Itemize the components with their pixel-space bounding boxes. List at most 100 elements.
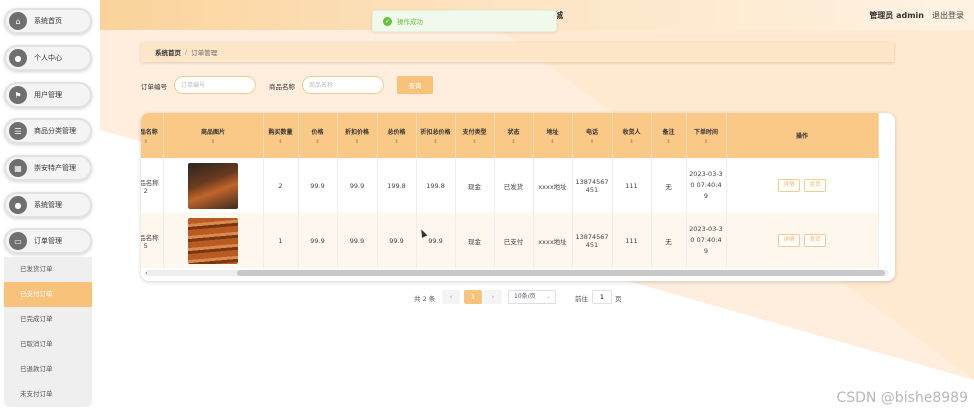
sort-icon[interactable]: ⇕ bbox=[472, 139, 476, 145]
prev-page-button[interactable]: ‹ bbox=[442, 290, 460, 304]
column-header[interactable]: 收货人 ⇕ bbox=[612, 113, 652, 158]
cell-address: xxxx地址 bbox=[533, 213, 573, 268]
submenu-item-paid[interactable]: 已支付订单 bbox=[4, 282, 92, 307]
product-image bbox=[188, 217, 238, 264]
logout-link[interactable]: 退出登录 bbox=[932, 10, 964, 21]
column-header[interactable]: 电话 ⇕ bbox=[572, 113, 613, 158]
goto-page-input[interactable] bbox=[592, 290, 612, 304]
detail-button[interactable]: 详情 bbox=[777, 179, 800, 192]
cell-product-name: 商品名称5 bbox=[141, 213, 164, 268]
column-header[interactable]: 价格 ⇕ bbox=[298, 113, 338, 158]
submenu-item-cancelled[interactable]: 已取消订单 bbox=[4, 332, 92, 357]
sidebar-item-profile[interactable]: ● 个人中心 bbox=[4, 45, 92, 71]
sort-icon[interactable]: ⇕ bbox=[355, 139, 359, 145]
column-header-label: 支付类型 bbox=[462, 128, 487, 136]
sort-icon[interactable]: ⇕ bbox=[550, 139, 554, 145]
scrollbar-thumb[interactable] bbox=[237, 270, 885, 276]
grid-icon: ▦ bbox=[9, 159, 27, 177]
sidebar-item-system[interactable]: ● 系统管理 bbox=[4, 192, 92, 218]
horizontal-scrollbar[interactable]: ◂ bbox=[145, 270, 889, 276]
column-header-label: 备注 bbox=[662, 128, 675, 136]
cell-status: 已支付 bbox=[494, 213, 534, 268]
cell-address: xxxx地址 bbox=[533, 158, 573, 213]
page-number-1[interactable]: 1 bbox=[464, 290, 482, 304]
cell-price: 99.9 bbox=[298, 158, 338, 213]
column-header[interactable]: 商品图片 ⇕ bbox=[163, 113, 264, 158]
sort-icon[interactable]: ⇕ bbox=[144, 139, 148, 145]
cell-product-name: 商品名称2 bbox=[141, 158, 164, 213]
submenu-item-shipped[interactable]: 已发货订单 bbox=[4, 257, 92, 282]
sort-icon[interactable]: ⇕ bbox=[315, 139, 319, 145]
sidebar: ⌂ 系统首页 ● 个人中心 ⚑ 用户管理 ☰ 商品分类管理 ▦ 崇安特产管理 ●… bbox=[0, 0, 100, 412]
column-header[interactable]: 购买数量 ⇕ bbox=[263, 113, 299, 158]
sort-icon[interactable]: ⇕ bbox=[629, 139, 633, 145]
sort-icon[interactable]: ⇕ bbox=[278, 139, 282, 145]
page-suffix-label: 页 bbox=[615, 295, 622, 303]
column-header[interactable]: 总价格 ⇕ bbox=[377, 113, 417, 158]
scroll-left-icon[interactable]: ◂ bbox=[145, 270, 147, 275]
ship-button[interactable]: 发货 bbox=[804, 234, 827, 247]
search-button[interactable]: 查询 bbox=[397, 76, 433, 94]
watermark: CSDN @bishe8989 bbox=[836, 390, 968, 406]
breadcrumb-current: 订单管理 bbox=[191, 49, 218, 57]
column-header-label: 电话 bbox=[585, 128, 598, 136]
cell-discount-price: 99.9 bbox=[337, 213, 378, 268]
submenu-item-refunded[interactable]: 已退款订单 bbox=[4, 357, 92, 382]
sort-icon[interactable]: ⇕ bbox=[666, 139, 670, 145]
detail-button[interactable]: 详情 bbox=[777, 234, 800, 247]
cell-price: 99.9 bbox=[298, 213, 338, 268]
table-row: 商品名称5 1 99.9 99.9 99.9 99.9 现金 已支付 xxxx地… bbox=[141, 213, 879, 268]
column-header-label: 折扣价格 bbox=[344, 128, 369, 136]
column-header-label: 购买数量 bbox=[268, 128, 293, 136]
flag-icon: ⚑ bbox=[9, 86, 27, 104]
cell-pay-type: 现金 bbox=[455, 158, 495, 213]
column-header[interactable]: 地址 ⇕ bbox=[533, 113, 573, 158]
sort-icon[interactable]: ⇕ bbox=[590, 139, 594, 145]
sidebar-item-home[interactable]: ⌂ 系统首页 bbox=[4, 8, 92, 34]
sidebar-item-categories[interactable]: ☰ 商品分类管理 bbox=[4, 118, 92, 144]
breadcrumb-home[interactable]: 系统首页 bbox=[155, 47, 181, 57]
column-header[interactable]: 支付类型 ⇕ bbox=[455, 113, 495, 158]
cell-quantity: 1 bbox=[263, 213, 299, 268]
sort-icon[interactable]: ⇕ bbox=[394, 139, 398, 145]
cell-remark: 无 bbox=[651, 213, 687, 268]
column-header[interactable]: 商品名称 ⇕ bbox=[141, 113, 164, 158]
cell-product-image bbox=[163, 213, 264, 268]
next-page-button[interactable]: › bbox=[484, 290, 502, 304]
order-number-label: 订单编号 bbox=[141, 83, 167, 91]
cell-receiver: 111 bbox=[612, 213, 652, 268]
column-header[interactable]: 状态 ⇕ bbox=[494, 113, 534, 158]
product-name-input[interactable] bbox=[302, 76, 384, 94]
ship-button[interactable]: 发货 bbox=[804, 179, 827, 192]
sort-icon[interactable]: ⇕ bbox=[211, 139, 215, 145]
cell-total: 199.8 bbox=[377, 158, 417, 213]
column-header[interactable]: 备注 ⇕ bbox=[651, 113, 687, 158]
column-header-label: 总价格 bbox=[387, 128, 406, 136]
page-size-value: 10条/页 bbox=[514, 293, 536, 300]
goto-label: 前往 bbox=[575, 295, 588, 303]
page-size-select[interactable]: 10条/页 ⌄ bbox=[508, 290, 556, 304]
sort-icon[interactable]: ⇕ bbox=[511, 139, 515, 145]
column-header-actions: 操作 bbox=[726, 113, 879, 158]
sort-icon[interactable]: ⇕ bbox=[433, 139, 437, 145]
submenu-item-completed[interactable]: 已完成订单 bbox=[4, 307, 92, 332]
sidebar-item-products[interactable]: ▦ 崇安特产管理 bbox=[4, 155, 92, 181]
user-icon: ● bbox=[9, 49, 27, 67]
check-icon: ✓ bbox=[383, 16, 392, 26]
card-icon: ▭ bbox=[9, 232, 27, 250]
submenu-item-unpaid[interactable]: 未支付订单 bbox=[4, 382, 92, 407]
column-header-label: 商品名称 bbox=[141, 128, 158, 136]
cell-phone: 13874567451 bbox=[572, 158, 613, 213]
sidebar-item-orders[interactable]: ▭ 订单管理 bbox=[4, 228, 92, 254]
column-header-label: 价格 bbox=[311, 128, 324, 136]
column-header[interactable]: 折扣价格 ⇕ bbox=[337, 113, 378, 158]
sort-icon[interactable]: ⇕ bbox=[704, 139, 708, 145]
home-icon: ⌂ bbox=[9, 12, 27, 30]
sidebar-item-label: 订单管理 bbox=[34, 237, 62, 245]
column-header[interactable]: 下单时间 ⇕ bbox=[686, 113, 727, 158]
current-user: 管理员 admin bbox=[869, 11, 924, 20]
cell-discount-total: 199.8 bbox=[416, 158, 456, 213]
order-number-input[interactable] bbox=[174, 76, 256, 94]
column-header[interactable]: 折扣总价格 ⇕ bbox=[416, 113, 456, 158]
sidebar-item-users[interactable]: ⚑ 用户管理 bbox=[4, 82, 92, 108]
